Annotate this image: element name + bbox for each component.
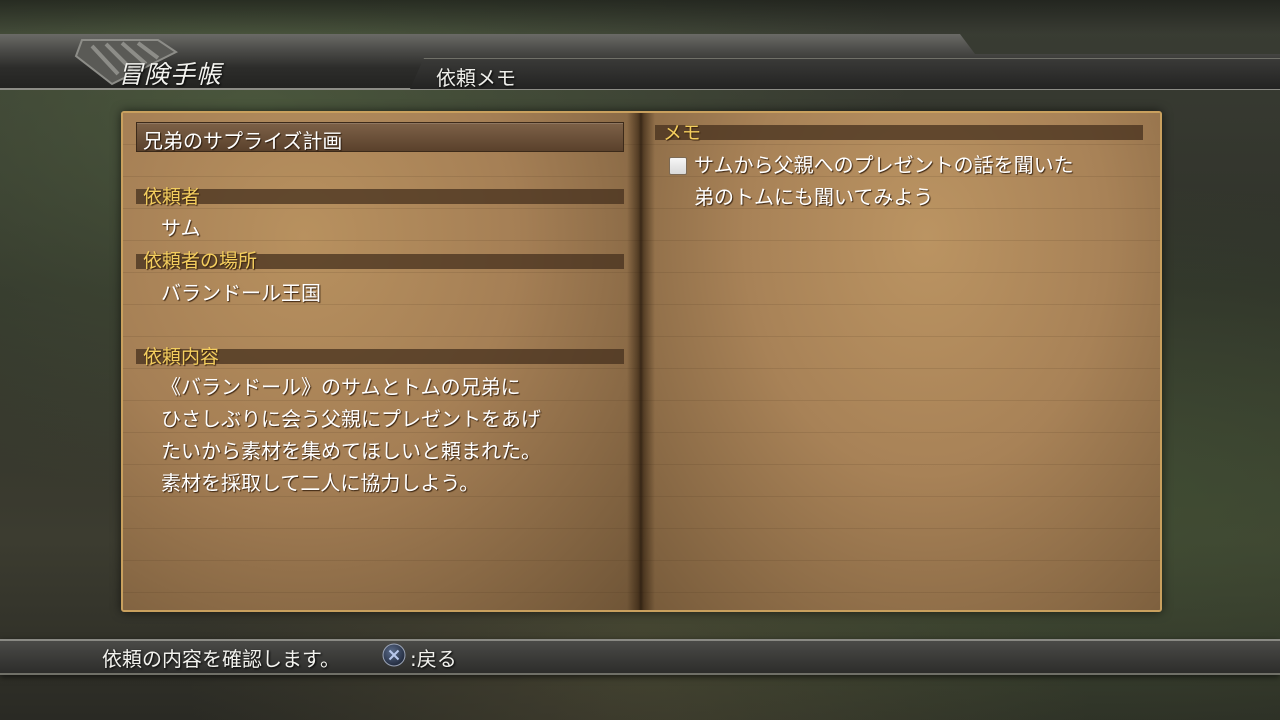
memo-label: メモ	[663, 122, 702, 144]
page-title: 依頼メモ	[436, 66, 516, 90]
top-shade	[0, 0, 1280, 34]
left-page: 兄弟のサプライズ計画 依頼者 サム 依頼者の場所 バランドール王国 依頼内容 《…	[123, 113, 641, 610]
subheader-bar	[410, 58, 1280, 89]
client-name: サム	[161, 216, 201, 240]
memo-line: 弟のトムにも聞いてみよう	[694, 185, 934, 209]
footer-hint: 依頼の内容を確認します。	[102, 647, 340, 671]
back-button[interactable]: :戻る	[410, 643, 457, 672]
client-section-bar	[136, 189, 624, 204]
client-label: 依頼者	[143, 186, 201, 208]
quest-title: 兄弟のサプライズ計画	[143, 129, 343, 153]
details-line: たいから素材を集めてほしいと頼まれた。	[161, 439, 541, 463]
details-line: 素材を採取して二人に協力しよう。	[161, 471, 480, 495]
details-line: ひさしぶりに会う父親にプレゼントをあげ	[161, 407, 541, 431]
cross-button-icon[interactable]	[382, 643, 406, 667]
book-spine	[627, 113, 655, 610]
location-label: 依頼者の場所	[143, 250, 258, 272]
memo-checkbox	[669, 157, 687, 175]
location-name: バランドール王国	[161, 281, 321, 305]
memo-section-bar	[655, 125, 1143, 140]
details-label: 依頼内容	[143, 346, 220, 368]
details-line: 《バランドール》のサムとトムの兄弟に	[161, 375, 521, 399]
quest-journal-book: 兄弟のサプライズ計画 依頼者 サム 依頼者の場所 バランドール王国 依頼内容 《…	[121, 111, 1162, 612]
memo-line: サムから父親へのプレゼントの話を聞いた	[694, 153, 1074, 177]
menu-title: 冒険手帳	[118, 60, 223, 89]
